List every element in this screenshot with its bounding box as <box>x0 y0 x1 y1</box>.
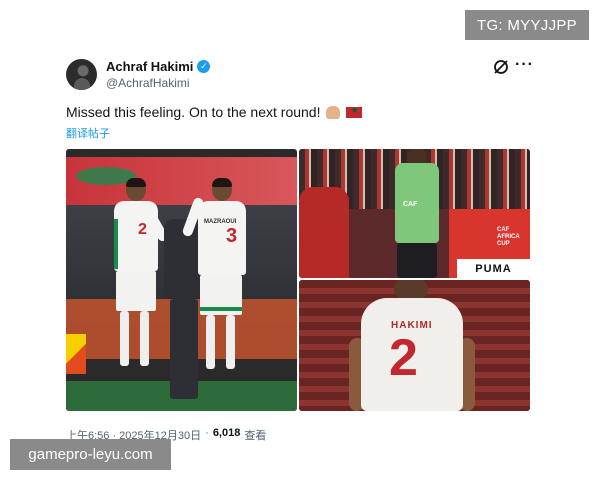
corner-flag <box>66 334 86 374</box>
puma-board: PUMA <box>457 259 530 278</box>
photo-bench[interactable]: CAF AFRICA CUP PUMA CAF <box>299 149 530 278</box>
left-player-number: 2 <box>138 221 147 238</box>
shirt-number: 2 <box>389 329 418 387</box>
tweet-text-row: Missed this feeling. On to the next roun… <box>66 104 363 120</box>
photo-hakimi-back[interactable]: HAKIMI 2 <box>299 280 530 411</box>
flexed-biceps-icon <box>326 105 341 119</box>
translate-post-link[interactable]: 翻译帖子 <box>66 125 110 141</box>
cup-board-text: CAF AFRICA CUP <box>497 227 520 247</box>
player-right: MAZRAOUI 3 <box>181 178 256 409</box>
morocco-flag-icon <box>346 105 363 118</box>
media-grid: 2 MAZRAOUI 3 CAF AFRICA CUP PUMA CAF HAK… <box>66 149 530 411</box>
avatar[interactable] <box>66 59 97 90</box>
telegram-watermark: TG: MYYJJPP <box>465 10 589 40</box>
views-label: 查看 <box>244 430 267 442</box>
views-count: 6,018 <box>212 427 241 439</box>
grok-icon[interactable] <box>492 58 510 76</box>
player-left: 2 <box>106 178 170 409</box>
vest-label: CAF <box>403 201 418 208</box>
tweet-text: Missed this feeling. On to the next roun… <box>66 104 321 120</box>
site-watermark: gamepro-leyu.com <box>10 439 171 470</box>
meta-separator: · <box>205 427 209 439</box>
verified-badge-icon: ✓ <box>197 60 211 73</box>
tweet-card: Achraf Hakimi ✓ @AchrafHakimi ··· Missed… <box>50 42 550 446</box>
display-name[interactable]: Achraf Hakimi <box>106 59 193 74</box>
author-name-row: Achraf Hakimi ✓ <box>106 59 211 74</box>
photo-celebration[interactable]: 2 MAZRAOUI 3 <box>66 149 297 411</box>
right-player-number: 3 <box>226 225 238 247</box>
more-options-icon[interactable]: ··· <box>515 56 534 74</box>
author-handle[interactable]: @AchrafHakimi <box>106 76 190 90</box>
